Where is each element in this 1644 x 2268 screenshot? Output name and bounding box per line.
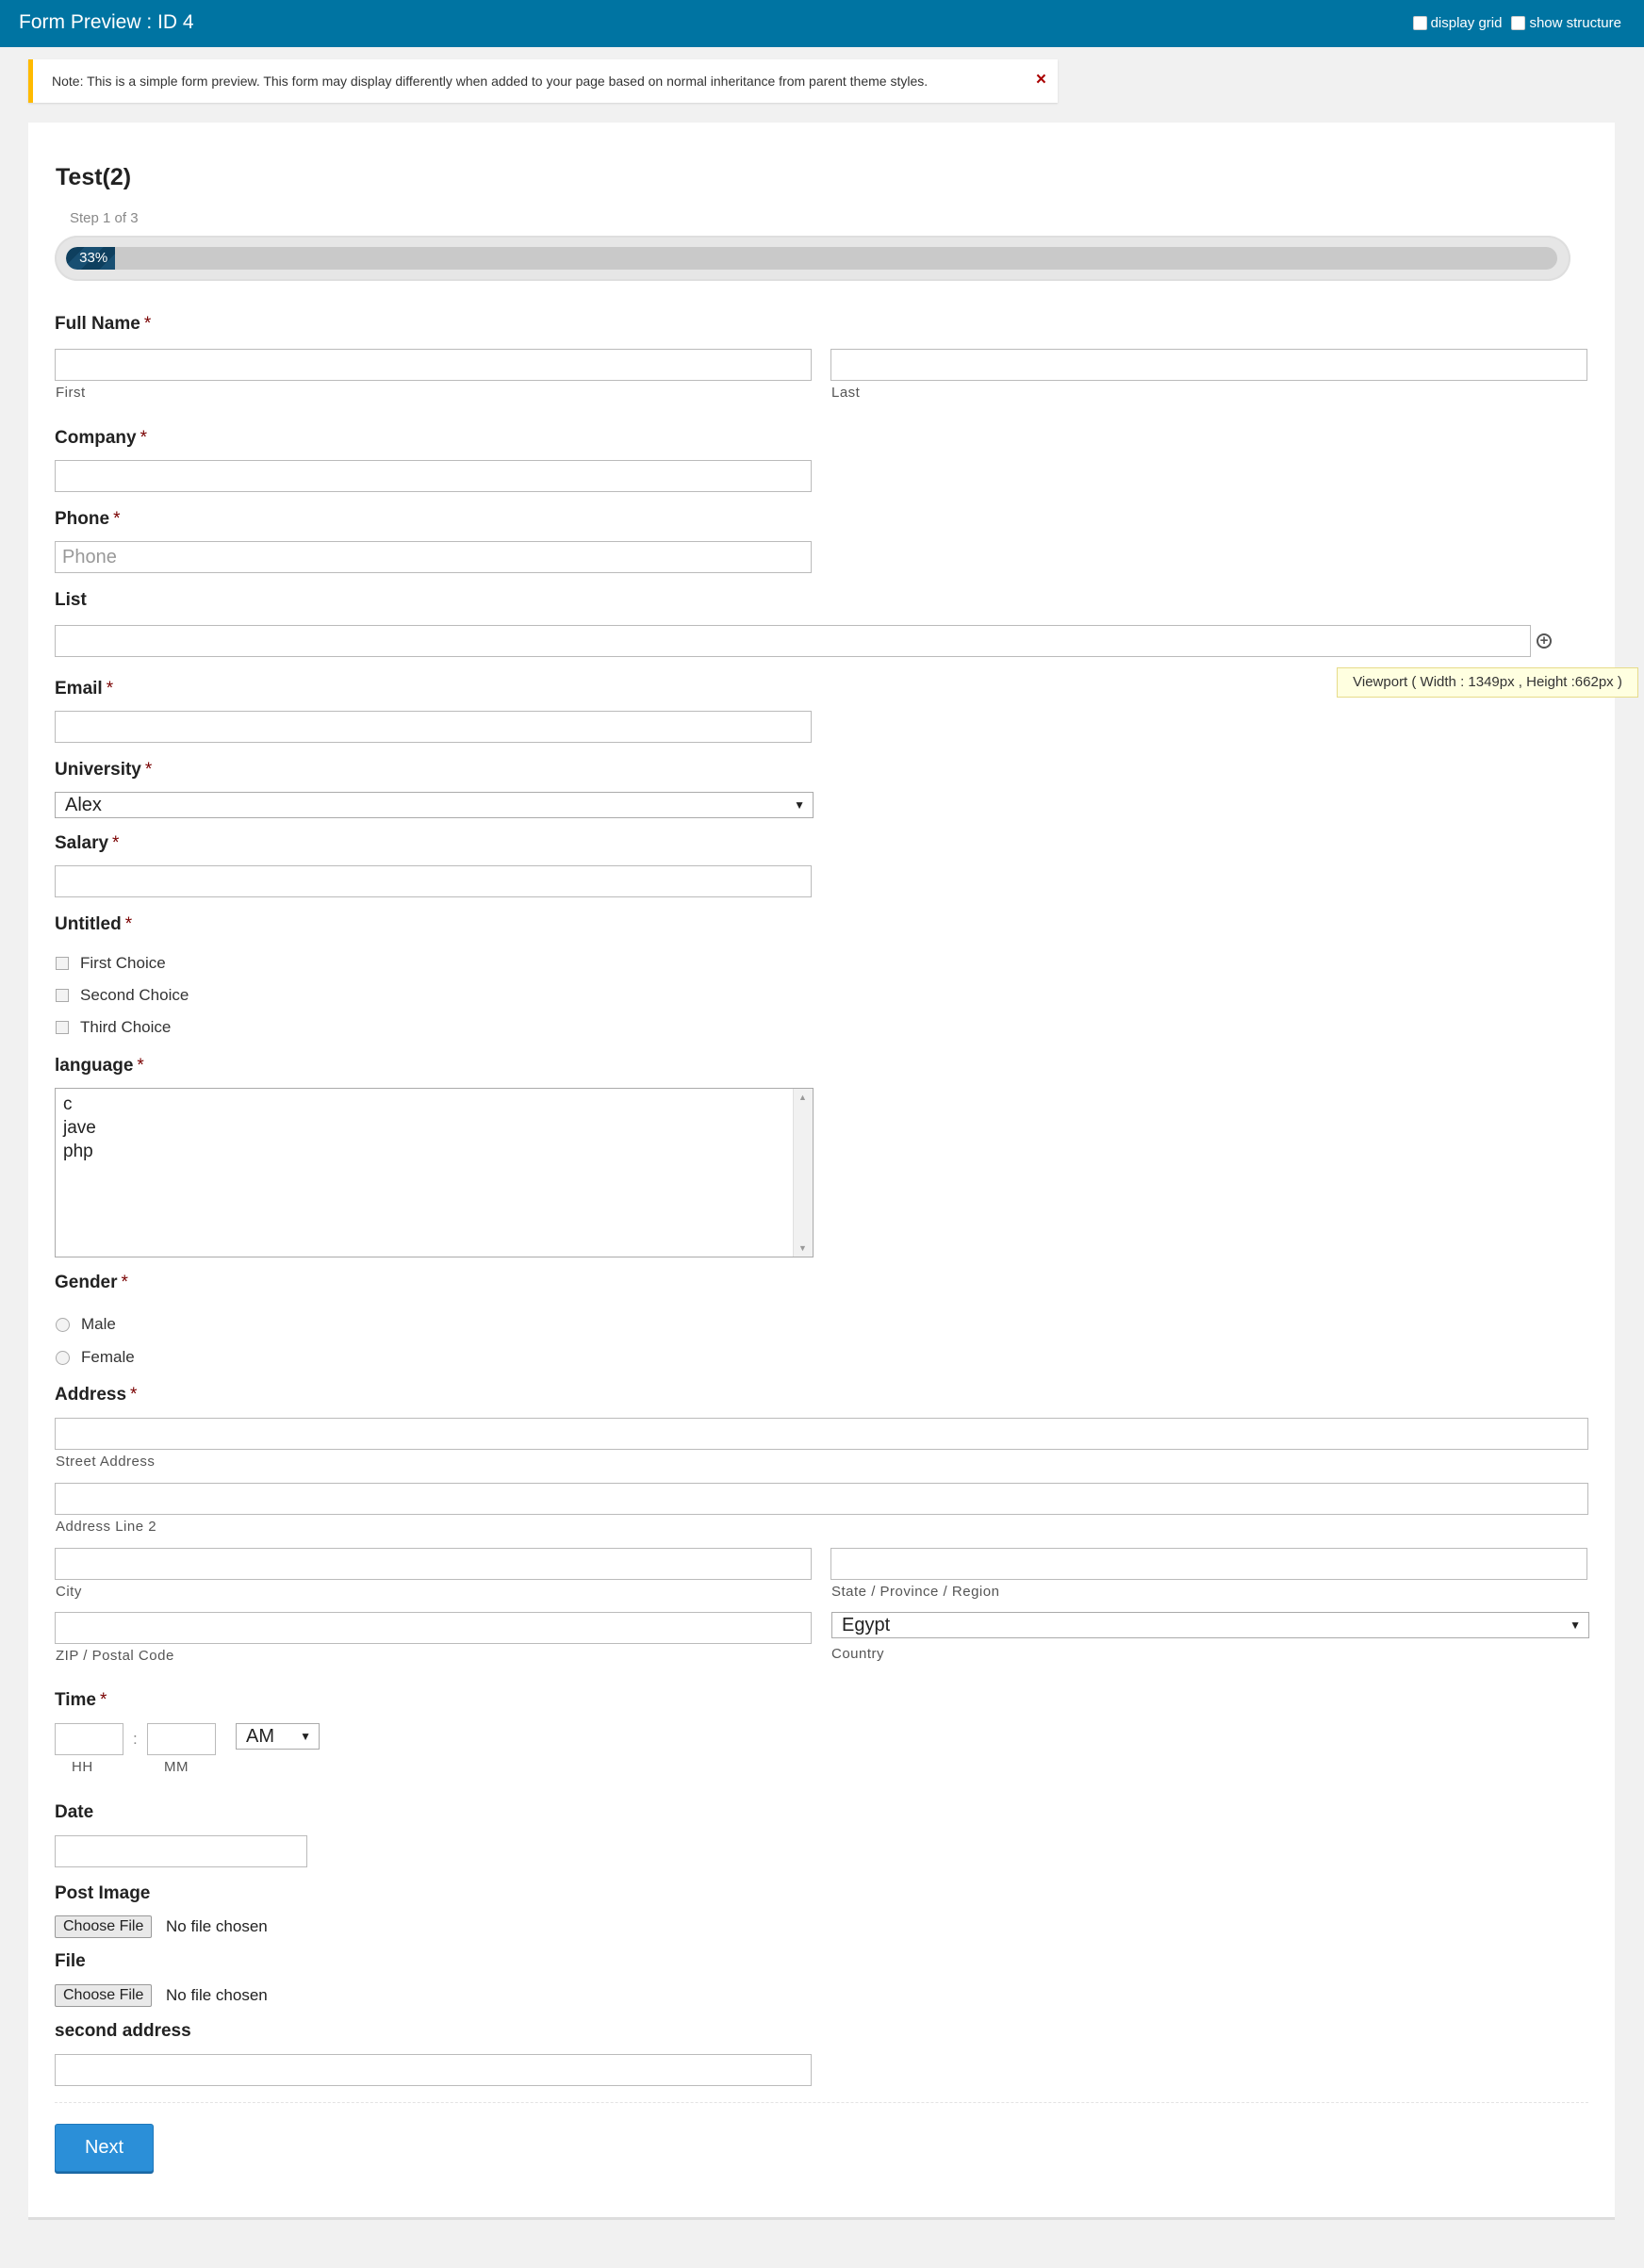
notice-text: Note: This is a simple form preview. Thi…	[52, 74, 929, 89]
date-label: Date	[55, 1802, 94, 1822]
checkbox[interactable]	[56, 1021, 69, 1034]
add-row-icon[interactable]: +	[1537, 633, 1552, 649]
preview-options: display grid show structure	[1412, 15, 1621, 31]
email-label: Email *	[55, 679, 114, 698]
language-listbox[interactable]: c jave php ▲ ▼	[55, 1088, 814, 1257]
phone-input[interactable]: Phone	[55, 541, 812, 573]
time-separator: :	[133, 1730, 138, 1748]
ampm-select[interactable]: AM ▼	[236, 1723, 320, 1750]
last-name-input[interactable]	[830, 349, 1587, 381]
radio-button[interactable]	[56, 1317, 70, 1332]
gender-label: Gender *	[55, 1273, 128, 1292]
preview-notice: Note: This is a simple form preview. Thi…	[28, 59, 1058, 103]
show-structure-option[interactable]: show structure	[1511, 15, 1621, 31]
hour-sublabel: HH	[72, 1759, 93, 1775]
address-label: Address *	[55, 1385, 138, 1405]
state-input[interactable]	[830, 1548, 1587, 1580]
display-grid-checkbox[interactable]	[1412, 16, 1427, 30]
city-sublabel: City	[56, 1584, 82, 1600]
full-name-label: Full Name *	[55, 314, 152, 334]
progress-track: 33%	[66, 247, 1557, 270]
university-label: University *	[55, 760, 153, 780]
progress-fill: 33%	[66, 247, 116, 270]
date-input[interactable]	[55, 1835, 307, 1867]
address-line2-sublabel: Address Line 2	[56, 1519, 157, 1535]
street-address-input[interactable]	[55, 1418, 1588, 1450]
second-address-input[interactable]	[55, 2054, 812, 2086]
post-image-label: Post Image	[55, 1883, 151, 1903]
close-icon[interactable]: ×	[1036, 70, 1046, 90]
list-item[interactable]: php	[56, 1140, 813, 1163]
radio-female[interactable]: Female	[56, 1348, 135, 1367]
next-button[interactable]: Next	[55, 2124, 154, 2172]
zip-sublabel: ZIP / Postal Code	[56, 1648, 174, 1664]
step-indicator: Step 1 of 3	[70, 210, 139, 226]
divider	[55, 2102, 1588, 2103]
language-label: language *	[55, 1056, 144, 1076]
chevron-down-icon: ▼	[1570, 1619, 1581, 1632]
company-input[interactable]	[55, 460, 812, 492]
list-label: List	[55, 590, 87, 610]
time-label: Time *	[55, 1690, 107, 1710]
checkbox-second-choice[interactable]: Second Choice	[56, 986, 189, 1005]
progress-bar: 33%	[55, 236, 1570, 281]
university-selected-value: Alex	[65, 795, 102, 815]
first-name-sublabel: First	[56, 385, 86, 401]
list-item[interactable]: c	[56, 1093, 813, 1116]
country-sublabel: Country	[831, 1646, 885, 1662]
show-structure-label: show structure	[1529, 15, 1621, 31]
show-structure-checkbox[interactable]	[1511, 16, 1526, 30]
email-input[interactable]	[55, 711, 812, 743]
page-title: Form Preview : ID 4	[19, 11, 194, 33]
checkbox[interactable]	[56, 989, 69, 1002]
top-bar: Form Preview : ID 4 display grid show st…	[0, 0, 1644, 47]
list-input[interactable]	[55, 625, 1531, 657]
display-grid-option[interactable]: display grid	[1412, 15, 1503, 31]
radio-button[interactable]	[56, 1350, 70, 1365]
salary-label: Salary *	[55, 833, 120, 853]
chevron-down-icon: ▼	[794, 798, 805, 812]
listbox-scrollbar[interactable]: ▲ ▼	[793, 1089, 813, 1257]
post-image-choose-file-button[interactable]: Choose File	[55, 1915, 153, 1938]
salary-input[interactable]	[55, 865, 812, 897]
progress-percent: 33%	[79, 250, 108, 266]
phone-label: Phone *	[55, 509, 121, 529]
scroll-up-icon[interactable]: ▲	[798, 1093, 807, 1102]
first-name-input[interactable]	[55, 349, 812, 381]
university-select[interactable]: Alex ▼	[55, 792, 814, 818]
hour-input[interactable]	[55, 1723, 123, 1755]
state-sublabel: State / Province / Region	[831, 1584, 1000, 1600]
list-item[interactable]: jave	[56, 1116, 813, 1140]
ampm-selected-value: AM	[246, 1726, 274, 1747]
form-title: Test(2)	[56, 164, 132, 190]
company-label: Company *	[55, 428, 147, 448]
file-label: File	[55, 1951, 86, 1971]
radio-male[interactable]: Male	[56, 1315, 116, 1334]
display-grid-label: display grid	[1430, 15, 1503, 31]
checkbox[interactable]	[56, 957, 69, 970]
viewport-tooltip: Viewport ( Width : 1349px , Height :662p…	[1337, 667, 1638, 698]
country-select[interactable]: Egypt ▼	[831, 1612, 1589, 1638]
second-address-label: second address	[55, 2021, 191, 2041]
minute-sublabel: MM	[164, 1759, 189, 1775]
address-line2-input[interactable]	[55, 1483, 1588, 1515]
city-input[interactable]	[55, 1548, 812, 1580]
checkbox-third-choice[interactable]: Third Choice	[56, 1018, 171, 1037]
street-address-sublabel: Street Address	[56, 1454, 156, 1470]
file-status: No file chosen	[166, 1986, 268, 2004]
chevron-down-icon: ▼	[300, 1730, 311, 1743]
form-card: Test(2) Step 1 of 3 33% Full Name * First…	[28, 123, 1615, 2217]
post-image-file-status: No file chosen	[166, 1917, 268, 1935]
last-name-sublabel: Last	[831, 385, 861, 401]
checkbox-first-choice[interactable]: First Choice	[56, 954, 166, 973]
country-selected-value: Egypt	[842, 1615, 891, 1635]
scroll-down-icon[interactable]: ▼	[798, 1243, 807, 1253]
file-choose-file-button[interactable]: Choose File	[55, 1984, 153, 2007]
untitled-label: Untitled *	[55, 914, 133, 934]
minute-input[interactable]	[147, 1723, 216, 1755]
zip-input[interactable]	[55, 1612, 812, 1644]
